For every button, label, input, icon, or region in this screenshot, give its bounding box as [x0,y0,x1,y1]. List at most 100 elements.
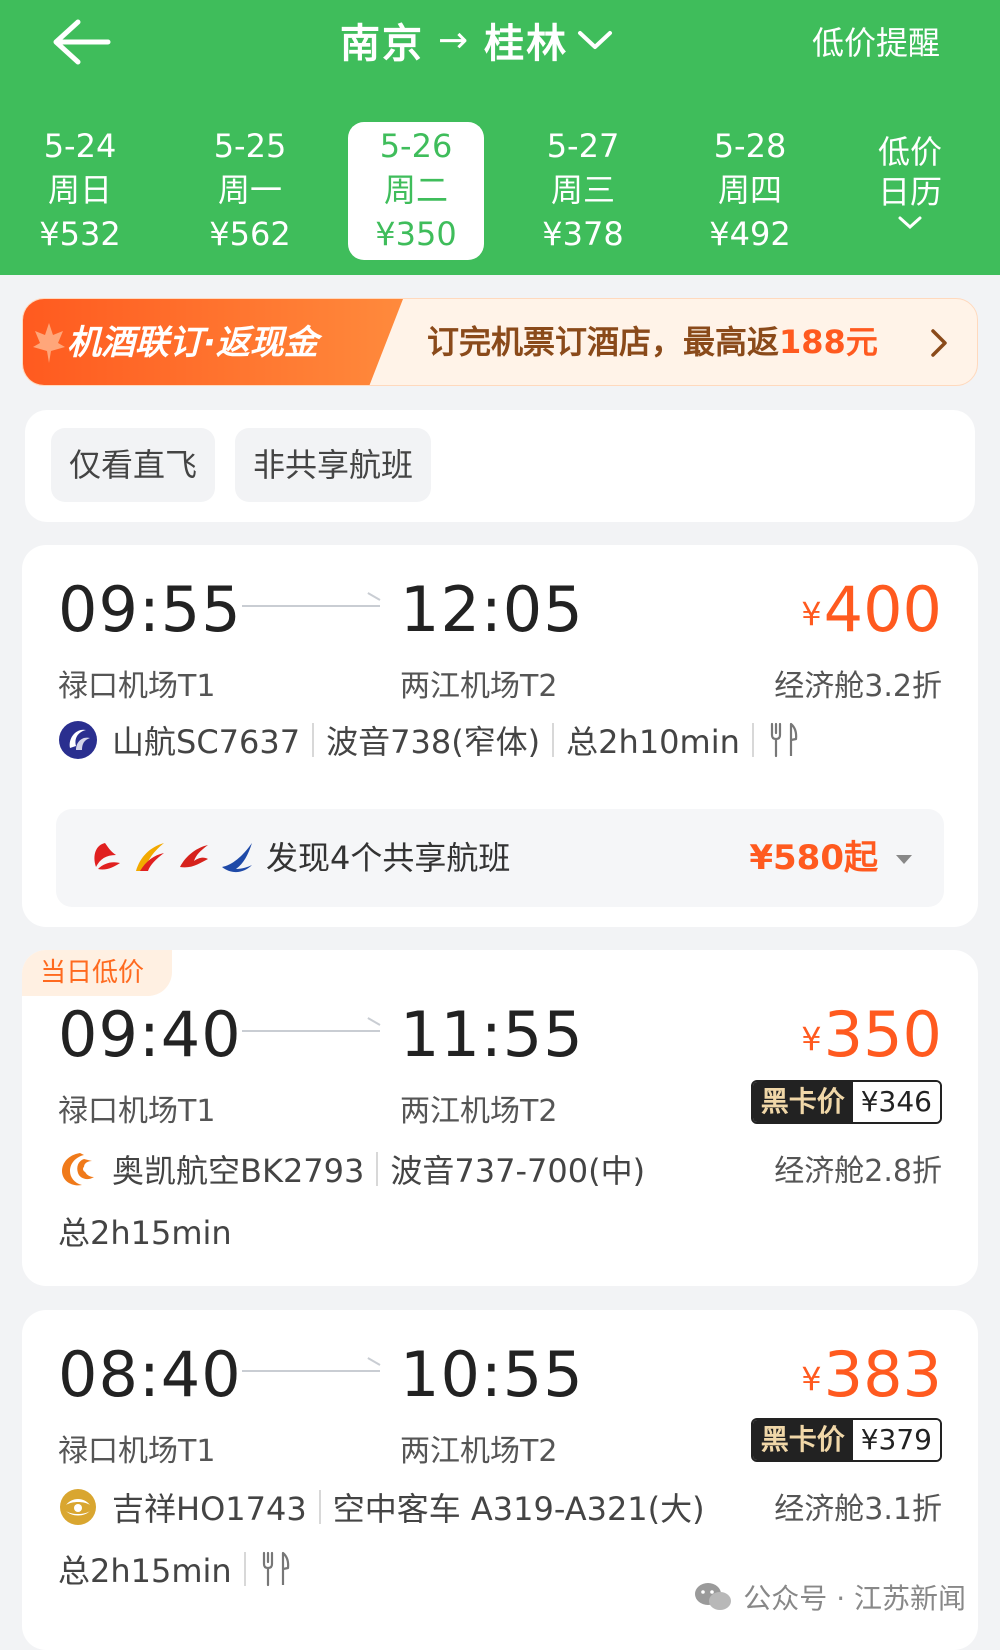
flight-price: ¥383 [801,1338,942,1411]
divider [552,723,555,757]
route-selector[interactable]: 南京 → 桂林 [340,10,614,70]
hotel-bundle-promo-banner[interactable]: 机酒联订·返现金 订完机票订酒店，最高返188元 [22,298,978,386]
calendar-label-2: 日历 [877,173,942,211]
date-label: 5-28 [713,127,787,165]
low-price-calendar-button[interactable]: 低价 日历 [870,132,950,232]
departure-time: 09:55 [58,573,242,646]
filter-non-codeshare[interactable]: 非共享航班 [235,428,432,502]
flight-card-0[interactable]: 09:55 12:05 ¥400 禄口机场T1 两江机场T2 经济舱3.2折 山… [22,545,978,927]
divider [243,1552,246,1586]
divider [318,1490,321,1524]
weekday-label: 周三 [550,171,615,209]
okay-airways-logo-icon [62,1153,94,1186]
cabin-discount: 经济舱2.8折 [774,1154,942,1189]
aircraft-type: 空中客车 A319-A321(大) [332,1490,705,1528]
weekday-label: 周一 [217,171,282,209]
calendar-label-1: 低价 [877,133,942,171]
divider [376,1152,379,1186]
price-value: 350 [823,998,942,1071]
chevron-down-icon [578,31,613,49]
flight-price: ¥400 [801,573,942,646]
date-price: ¥532 [39,215,121,253]
promo-tag-label: 机酒联订·返现金 [67,323,318,363]
divider [751,723,754,757]
airline-flight-number: 吉祥HO1743 [112,1490,307,1528]
date-price: ¥350 [375,215,457,253]
flight-card-1[interactable]: 当日低价 09:40 11:55 ¥350 禄口机场T1 两江机场T2 黑卡价 … [22,950,978,1286]
codeshare-airline-logos [86,837,256,877]
wechat-icon [695,1583,732,1610]
black-card-price: ¥379 [852,1420,940,1460]
lowest-price-today-tag: 当日低价 [22,950,173,996]
date-price: ¥492 [709,215,791,253]
date-item-1[interactable]: 5-25 周一 ¥562 [182,122,318,260]
black-card-price-badge: 黑卡价 ¥346 [750,1080,942,1124]
chevron-right-icon [931,329,947,357]
cabin-discount: 经济舱3.2折 [774,669,942,704]
date-label: 5-27 [546,127,620,165]
aircraft-type: 波音737-700(中) [390,1152,646,1190]
route-line [242,1030,380,1032]
header: 南京 → 桂林 低价提醒 5-24 周日 ¥532 5-25 周一 ¥562 5… [0,0,1000,275]
date-price: ¥562 [209,215,291,253]
arrival-time: 10:55 [400,1338,584,1411]
departure-airport: 禄口机场T1 [58,669,216,704]
route-line [242,1370,380,1372]
black-card-label: 黑卡价 [752,1082,853,1122]
route-line [242,605,380,607]
flight-duration: 总2h10min [566,723,740,761]
arrival-time: 12:05 [400,573,584,646]
back-button[interactable] [48,12,118,72]
aircraft-type: 波音738(窄体) [326,723,541,761]
promo-tag: 机酒联订·返现金 [23,299,403,385]
promo-text: 订完机票订酒店，最高返188元 [427,299,878,385]
weekday-label: 周二 [383,171,448,209]
date-item-2[interactable]: 5-26 周二 ¥350 [348,122,484,260]
black-card-price-badge: 黑卡价 ¥379 [750,1418,942,1462]
departure-airport: 禄口机场T1 [58,1434,216,1469]
price-value: 383 [823,1338,942,1411]
codeshare-price: ¥580起 [749,838,878,878]
airline-flight-number: 山航SC7637 [112,723,301,761]
departure-time: 09:40 [58,998,242,1071]
sichuan-airlines-logo-icon [136,843,164,871]
codeshare-count: 发现4个共享航班 [266,839,511,877]
currency-symbol: ¥ [801,1020,822,1058]
black-card-price: ¥346 [852,1082,940,1122]
filter-direct-only[interactable]: 仅看直飞 [51,428,216,502]
cabin-discount: 经济舱3.1折 [774,1492,942,1527]
shandong-airlines-logo-icon [59,721,97,759]
low-price-alert-button[interactable]: 低价提醒 [812,18,940,64]
flight-duration-row: 总2h15min [58,1546,292,1592]
weekday-label: 周四 [717,171,782,209]
black-card-label: 黑卡价 [752,1420,853,1460]
date-price: ¥378 [542,215,624,253]
departure-airport: 禄口机场T1 [58,1094,216,1129]
meal-icon [770,722,798,758]
divider [312,723,315,757]
arrival-time: 11:55 [400,998,584,1071]
weekday-label: 周日 [47,171,112,209]
flight-duration: 总2h15min [58,1214,232,1252]
air-china-logo-icon [94,843,120,870]
date-strip: 5-24 周日 ¥532 5-25 周一 ¥562 5-26 周二 ¥350 5… [0,122,1000,262]
arrival-airport: 两江机场T2 [400,1094,558,1129]
airline-flight-number: 奥凯航空BK2793 [112,1152,365,1190]
flight-duration: 总2h15min [58,1552,232,1590]
from-city: 南京 [340,21,424,67]
date-label: 5-25 [213,127,287,165]
codeshare-expander[interactable]: 发现4个共享航班 ¥580起 [56,809,944,907]
maple-leaf-icon [33,323,65,363]
date-item-4[interactable]: 5-28 周四 ¥492 [682,122,818,260]
flight-meta: 吉祥HO1743 空中客车 A319-A321(大) [58,1484,705,1530]
date-item-0[interactable]: 5-24 周日 ¥532 [12,122,148,260]
juneyao-airlines-logo-icon [60,1489,96,1525]
caret-down-icon [896,855,912,864]
filter-bar: 仅看直飞 非共享航班 [25,410,975,522]
watermark-text: 公众号 · 江苏新闻 [743,1582,966,1615]
date-item-3[interactable]: 5-27 周三 ¥378 [515,122,651,260]
flight-meta: 奥凯航空BK2793 波音737-700(中) [58,1146,645,1192]
to-city: 桂林 [484,21,569,67]
date-label: 5-24 [43,127,117,165]
promo-text-highlight: 188元 [779,323,878,361]
